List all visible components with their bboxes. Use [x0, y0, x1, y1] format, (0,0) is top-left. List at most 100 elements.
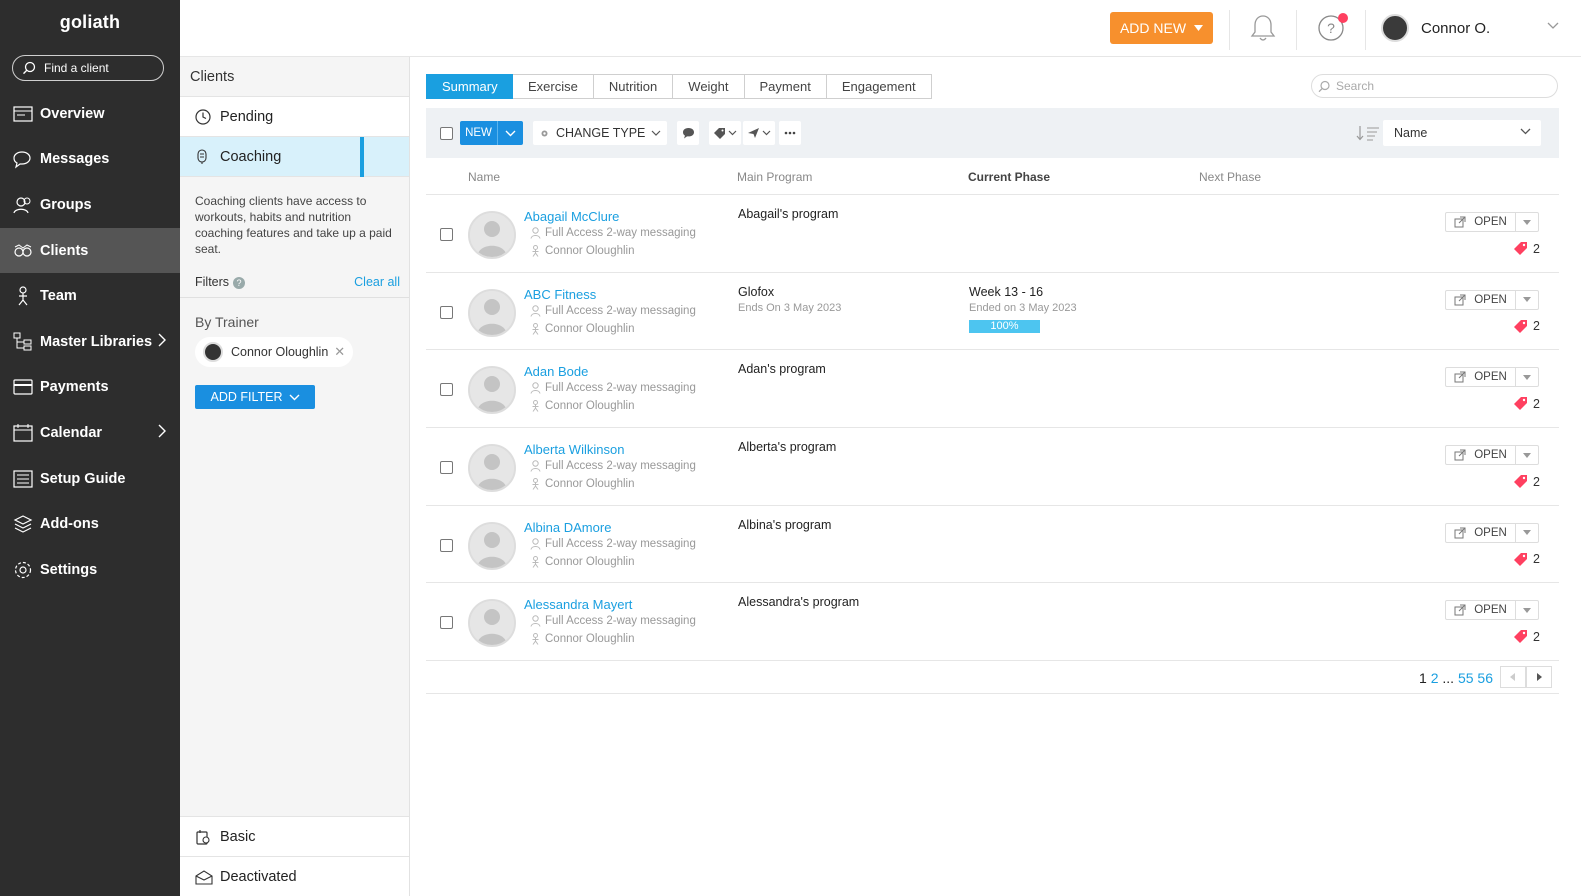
page-link[interactable]: 55 [1458, 670, 1474, 686]
row-checkbox[interactable] [440, 538, 453, 552]
select-all-checkbox[interactable] [440, 126, 453, 140]
client-type-pending[interactable]: Pending [180, 97, 409, 137]
clear-all-link[interactable]: Clear all [354, 275, 400, 289]
open-action[interactable]: OPEN [1446, 601, 1516, 620]
row-checkbox[interactable] [440, 461, 453, 475]
user-icon [530, 304, 541, 317]
sort-select[interactable]: Name [1383, 120, 1541, 146]
nav-item-add-ons[interactable]: Add-ons [0, 501, 180, 547]
open-button[interactable]: OPEN [1445, 289, 1539, 310]
client-name-link[interactable]: Adan Bode [524, 364, 588, 379]
open-action[interactable]: OPEN [1446, 523, 1516, 542]
column-main-program[interactable]: Main Program [737, 170, 812, 184]
more-button[interactable] [779, 121, 802, 145]
open-button[interactable]: OPEN [1445, 445, 1539, 466]
client-type-coaching[interactable]: Coaching [180, 137, 409, 177]
client-name-link[interactable]: Alessandra Mayert [524, 597, 632, 612]
avatar[interactable] [468, 599, 516, 648]
find-client-input[interactable]: Find a client [12, 55, 164, 81]
tab-exercise[interactable]: Exercise [513, 74, 594, 99]
client-name-link[interactable]: Alberta Wilkinson [524, 442, 624, 457]
row-checkbox[interactable] [440, 228, 453, 241]
notifications-button[interactable] [1249, 13, 1277, 46]
chevron-down-icon [651, 130, 661, 136]
open-dropdown-toggle[interactable] [1516, 219, 1538, 225]
page-links: 1 2 ... 55 56 [1419, 670, 1493, 686]
avatar[interactable] [468, 521, 516, 570]
open-button[interactable]: OPEN [1445, 522, 1539, 543]
avatar[interactable] [468, 366, 516, 415]
tab-nutrition[interactable]: Nutrition [593, 74, 674, 99]
open-dropdown-toggle[interactable] [1516, 530, 1538, 536]
new-button[interactable]: NEW [460, 121, 523, 145]
tags-badge[interactable]: 2 [1513, 474, 1540, 489]
close-icon[interactable]: ✕ [334, 344, 345, 360]
nav-item-settings[interactable]: Settings [0, 547, 180, 593]
open-button[interactable]: OPEN [1445, 600, 1539, 621]
nav-item-groups[interactable]: Groups [0, 182, 180, 228]
search-input[interactable]: Search [1311, 74, 1558, 98]
prev-page-button[interactable] [1500, 666, 1526, 688]
client-type-deactivated[interactable]: Deactivated [180, 856, 409, 896]
client-name-link[interactable]: Abagail McClure [524, 209, 619, 224]
open-action[interactable]: OPEN [1446, 368, 1516, 387]
nav-item-label: Payments [40, 379, 109, 396]
open-action[interactable]: OPEN [1446, 446, 1516, 465]
client-type-basic[interactable]: Basic [180, 816, 409, 856]
nav-item-team[interactable]: Team [0, 273, 180, 319]
nav-item-calendar[interactable]: Calendar [0, 410, 180, 456]
tags-badge[interactable]: 2 [1513, 396, 1540, 411]
avatar[interactable] [468, 444, 516, 493]
avatar[interactable] [468, 288, 516, 337]
open-action[interactable]: OPEN [1446, 290, 1516, 309]
payments-icon [13, 379, 33, 395]
row-checkbox[interactable] [440, 616, 453, 630]
send-button[interactable] [743, 121, 776, 145]
message-button[interactable] [677, 121, 700, 145]
page-link[interactable]: 2 [1431, 670, 1439, 686]
change-type-button[interactable]: CHANGE TYPE [533, 121, 668, 145]
tags-badge[interactable]: 2 [1513, 319, 1540, 334]
new-dropdown-toggle[interactable] [497, 121, 523, 145]
client-name-link[interactable]: Albina DAmore [524, 520, 611, 535]
add-new-button[interactable]: ADD NEW [1110, 12, 1213, 44]
open-dropdown-toggle[interactable] [1516, 452, 1538, 458]
tab-summary[interactable]: Summary [426, 74, 513, 99]
nav-item-master-libraries[interactable]: Master Libraries [0, 319, 180, 365]
column-current-phase[interactable]: Current Phase [968, 170, 1050, 184]
tab-payment[interactable]: Payment [744, 74, 827, 99]
sort-icon[interactable] [1356, 125, 1380, 141]
chevron-down-icon[interactable] [1547, 22, 1559, 30]
open-button[interactable]: OPEN [1445, 367, 1539, 388]
tag-button[interactable] [709, 121, 742, 145]
open-dropdown-toggle[interactable] [1516, 297, 1538, 303]
avatar[interactable] [468, 211, 516, 259]
tags-badge[interactable]: 2 [1513, 552, 1540, 567]
client-name-link[interactable]: ABC Fitness [524, 287, 596, 302]
open-dropdown-toggle[interactable] [1516, 607, 1538, 613]
nav-item-clients[interactable]: Clients [0, 227, 180, 274]
page-link[interactable]: 56 [1477, 670, 1493, 686]
tags-badge[interactable]: 2 [1513, 629, 1540, 644]
brand-logo[interactable]: goliath [0, 0, 180, 46]
next-page-button[interactable] [1526, 666, 1552, 688]
nav-item-overview[interactable]: Overview [0, 91, 180, 137]
tab-engagement[interactable]: Engagement [826, 74, 932, 99]
trainer-filter-chip[interactable]: Connor Oloughlin ✕ [195, 337, 354, 367]
tab-weight[interactable]: Weight [673, 74, 745, 99]
add-filter-button[interactable]: ADD FILTER [195, 385, 315, 409]
nav-item-messages[interactable]: Messages [0, 137, 180, 183]
tags-badge[interactable]: 2 [1513, 241, 1540, 256]
help-button[interactable]: ? [1318, 13, 1348, 46]
open-dropdown-toggle[interactable] [1516, 374, 1538, 380]
nav-item-setup-guide[interactable]: Setup Guide [0, 456, 180, 502]
user-menu[interactable]: Connor O. [1381, 14, 1490, 42]
row-checkbox[interactable] [440, 383, 453, 397]
info-icon[interactable]: ? [233, 277, 246, 289]
nav-item-payments[interactable]: Payments [0, 365, 180, 411]
column-name[interactable]: Name [468, 170, 500, 184]
column-next-phase[interactable]: Next Phase [1199, 170, 1261, 184]
open-button[interactable]: OPEN [1445, 212, 1539, 232]
row-checkbox[interactable] [440, 305, 453, 319]
open-action[interactable]: OPEN [1446, 213, 1516, 231]
